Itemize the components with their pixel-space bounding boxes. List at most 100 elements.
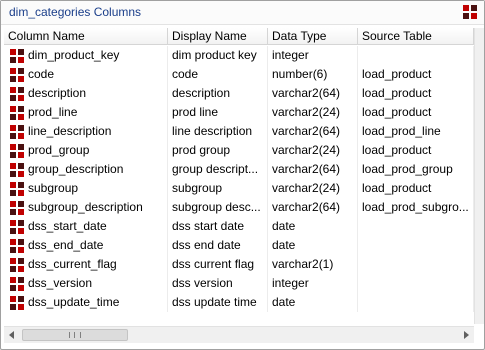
display-name-cell[interactable]: prod line [168,103,268,122]
column-name-cell[interactable]: subgroup [4,179,168,198]
column-icon [10,87,24,101]
display-name-cell[interactable]: dss version [168,274,268,293]
source-table-cell[interactable] [358,293,474,312]
column-name-cell[interactable]: prod_line [4,103,168,122]
source-table-cell[interactable]: load_prod_subgro... [358,198,474,217]
data-type-cell[interactable]: varchar2(1) [268,255,358,274]
table-row[interactable]: dss_start_date dss start date date [4,217,474,236]
header-source-table[interactable]: Source Table [358,28,474,45]
column-name-cell[interactable]: dss_current_flag [4,255,168,274]
display-name-cell[interactable]: code [168,65,268,84]
source-table-cell[interactable] [358,217,474,236]
scroll-left-icon[interactable] [9,331,14,339]
column-name-cell[interactable]: prod_group [4,141,168,160]
column-name-cell[interactable]: code [4,65,168,84]
header-data-type[interactable]: Data Type [268,28,358,45]
table-row[interactable]: dss_version dss version integer [4,274,474,293]
columns-window: dim_categories Columns Column Name Displ… [0,0,485,350]
column-icon [10,144,24,158]
table-columns-icon[interactable] [462,4,478,20]
display-name-cell[interactable]: description [168,84,268,103]
scroll-right-icon[interactable] [464,331,469,339]
column-icon [10,49,24,63]
source-table-cell[interactable]: load_product [358,65,474,84]
table-row[interactable]: code code number(6) load_product [4,65,474,84]
data-type-cell[interactable]: varchar2(24) [268,179,358,198]
data-type-cell[interactable]: varchar2(64) [268,198,358,217]
data-type-cell[interactable]: varchar2(64) [268,84,358,103]
column-icon [10,68,24,82]
table-row[interactable]: line_description line description varchar2… [4,122,474,141]
table-row[interactable]: dss_update_time dss update time date [4,293,474,312]
scroll-thumb[interactable] [22,329,128,341]
column-name-cell[interactable]: dss_start_date [4,217,168,236]
table-row[interactable]: subgroup_description subgroup desc... varc… [4,198,474,217]
source-table-cell[interactable] [358,255,474,274]
data-type-cell[interactable]: varchar2(24) [268,141,358,160]
display-name-cell[interactable]: subgroup [168,179,268,198]
source-table-cell[interactable]: load_prod_line [358,122,474,141]
data-type-cell[interactable]: date [268,293,358,312]
vertical-scrollbar[interactable] [474,28,484,324]
source-table-cell[interactable] [358,46,474,65]
column-name-cell[interactable]: dss_end_date [4,236,168,255]
grid-header: Column Name Display Name Data Type Sourc… [4,28,474,45]
source-table-cell[interactable]: load_product [358,141,474,160]
table-row[interactable]: subgroup subgroup varchar2(24) load_product [4,179,474,198]
column-icon [10,239,24,253]
window-title: dim_categories Columns [9,5,142,19]
display-name-cell[interactable]: dss current flag [168,255,268,274]
table-row[interactable]: dim_product_key dim product key integer [4,46,474,65]
source-table-cell[interactable] [358,274,474,293]
column-icon [10,163,24,177]
display-name-cell[interactable]: prod group [168,141,268,160]
column-name-cell[interactable]: description [4,84,168,103]
column-name-cell[interactable]: dim_product_key [4,46,168,65]
data-type-cell[interactable]: varchar2(64) [268,122,358,141]
table-row[interactable]: dss_current_flag dss current flag varchar2… [4,255,474,274]
column-icon [10,106,24,120]
display-name-cell[interactable]: dss start date [168,217,268,236]
display-name-cell[interactable]: group descript... [168,160,268,179]
table-row[interactable]: dss_end_date dss end date date [4,236,474,255]
source-table-cell[interactable]: load_product [358,179,474,198]
display-name-cell[interactable]: subgroup desc... [168,198,268,217]
column-icon [10,277,24,291]
header-display-name[interactable]: Display Name [168,28,268,45]
data-type-cell[interactable]: integer [268,46,358,65]
data-type-cell[interactable]: date [268,236,358,255]
data-type-cell[interactable]: varchar2(24) [268,103,358,122]
column-icon [10,201,24,215]
column-icon [10,182,24,196]
horizontal-scrollbar[interactable] [4,326,474,343]
source-table-cell[interactable] [358,236,474,255]
table-row[interactable]: description description varchar2(64) load_p… [4,84,474,103]
header-column-name[interactable]: Column Name [4,28,168,45]
column-name-cell[interactable]: dss_update_time [4,293,168,312]
source-table-cell[interactable]: load_prod_group [358,160,474,179]
column-icon [10,258,24,272]
column-icon [10,220,24,234]
grip-icon [69,332,81,338]
source-table-cell[interactable]: load_product [358,84,474,103]
display-name-cell[interactable]: dss end date [168,236,268,255]
column-icon [10,296,24,310]
title-bar: dim_categories Columns [1,1,484,25]
column-name-cell[interactable]: group_description [4,160,168,179]
data-type-cell[interactable]: number(6) [268,65,358,84]
table-row[interactable]: prod_group prod group varchar2(24) load_pro… [4,141,474,160]
table-row[interactable]: prod_line prod line varchar2(24) load_produ… [4,103,474,122]
column-name-cell[interactable]: line_description [4,122,168,141]
column-name-cell[interactable]: subgroup_description [4,198,168,217]
column-icon [10,125,24,139]
data-type-cell[interactable]: varchar2(64) [268,160,358,179]
display-name-cell[interactable]: dim product key [168,46,268,65]
data-type-cell[interactable]: integer [268,274,358,293]
column-name-cell[interactable]: dss_version [4,274,168,293]
display-name-cell[interactable]: dss update time [168,293,268,312]
display-name-cell[interactable]: line description [168,122,268,141]
columns-grid[interactable]: Column Name Display Name Data Type Sourc… [4,28,474,324]
table-row[interactable]: group_description group descript... varcha… [4,160,474,179]
source-table-cell[interactable]: load_product [358,103,474,122]
data-type-cell[interactable]: date [268,217,358,236]
